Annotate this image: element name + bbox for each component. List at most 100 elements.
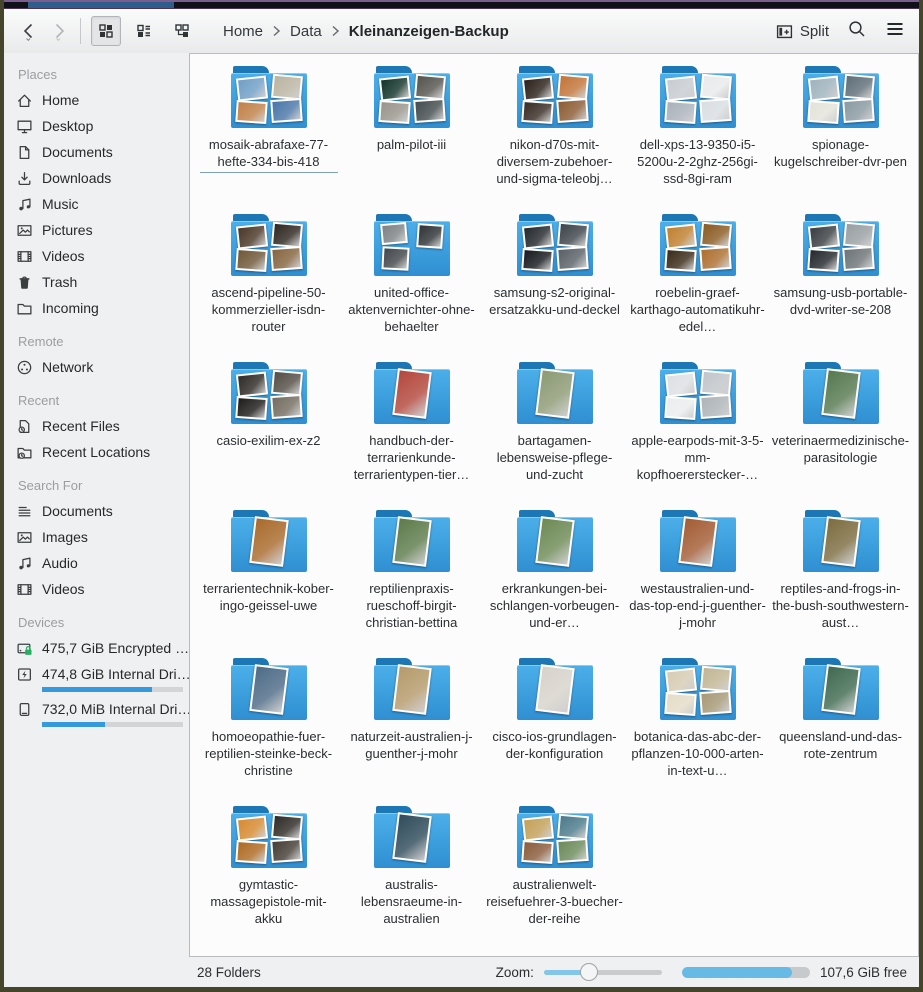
thumbnail-photo [807,248,839,272]
folder-item[interactable]: cisco-ios-grundlagen-der-konfiguration [483,658,626,806]
tree-view-button[interactable] [167,16,197,46]
sidebar-item-documents[interactable]: Documents [16,498,189,524]
folder-item[interactable]: spionage-kugelschreiber-dvr-pen [769,66,912,214]
forward-button[interactable] [44,17,74,45]
folder-item[interactable]: reptilienpraxis-rueschoff-birgit-christi… [340,510,483,658]
folder-item[interactable]: terrarientechnik-kober-ingo-geissel-uwe [197,510,340,658]
video-icon [16,248,33,265]
folder-item[interactable]: westaustralien-und-das-top-end-j-guenthe… [626,510,769,658]
folder-item[interactable]: botanica-das-abc-der-pflanzen-10-000-art… [626,658,769,806]
folder-icon [373,806,451,870]
folder-item[interactable]: naturzeit-australien-j-guenther-j-mohr [340,658,483,806]
details-view-icon [136,23,152,39]
sidebar-item-trash[interactable]: Trash [16,269,189,295]
breadcrumb-chevron-icon [331,25,340,37]
folder-item[interactable]: ascend-pipeline-50-kommerzieller-isdn-ro… [197,214,340,362]
sidebar-item-network[interactable]: Network [16,354,189,380]
search-button[interactable] [847,19,867,44]
sidebar-item-474-8-gib-internal-dri-[interactable]: 474,8 GiB Internal Dri… [16,661,189,687]
sidebar-item-label: Desktop [42,118,93,134]
icons-view-icon [98,23,114,39]
sidebar-item-videos[interactable]: Videos [16,243,189,269]
folder-label: samsung-s2-original-ersatzakku-und-decke… [486,284,624,318]
folder-item[interactable]: apple-earpods-mit-3-5-mm-kopfhoerersteck… [626,362,769,510]
sidebar-item-videos[interactable]: Videos [16,576,189,602]
thumbnail-photo [521,840,553,864]
folder-item[interactable]: roebelin-graef-karthago-automatikuhr-ede… [626,214,769,362]
folder-item[interactable]: australienwelt-reisefuehrer-3-buecher-de… [483,806,626,954]
sidebar-item-incoming[interactable]: Incoming [16,295,189,321]
folder-label: palm-pilot-iii [343,136,481,153]
back-button[interactable] [14,17,44,45]
folder-item[interactable]: bartagamen-lebensweise-pflege-und-zucht [483,362,626,510]
folder-item[interactable]: dell-xps-13-9350-i5-5200u-2-2ghz-256gi-s… [626,66,769,214]
folder-item[interactable]: nikon-d70s-mit-diversem-zubehoer-und-sig… [483,66,626,214]
thumbnail-photo [821,516,860,567]
folder-item[interactable]: homoeopathie-fuer-reptilien-steinke-beck… [197,658,340,806]
folder-item[interactable]: mosaik-abrafaxe-77-hefte-334-bis-418 [197,66,340,214]
folder-item[interactable]: samsung-s2-original-ersatzakku-und-decke… [483,214,626,362]
folder-item[interactable]: casio-exilim-ex-z2 [197,362,340,510]
folder-item[interactable]: erkrankungen-bei-schlangen-vorbeugen-und… [483,510,626,658]
thumbnail-photo [821,368,860,419]
breadcrumb-item-kleinanzeigen-backup[interactable]: Kleinanzeigen-Backup [349,23,509,40]
folder-item[interactable]: queensland-und-das-rote-zentrum [769,658,912,806]
sidebar-item-desktop[interactable]: Desktop [16,113,189,139]
sidebar-item-475-7-gib-encrypted-[interactable]: 475,7 GiB Encrypted … [16,635,189,661]
folder-view[interactable]: mosaik-abrafaxe-77-hefte-334-bis-418palm… [189,53,919,957]
folder-icon [373,658,451,722]
recent-file-icon [16,418,33,435]
folder-icon [516,510,594,574]
folder-item[interactable]: handbuch-der-terrarienkunde-terrarientyp… [340,362,483,510]
sidebar-item-label: Videos [42,581,85,597]
folder-icon [802,510,880,574]
sidebar-item-images[interactable]: Images [16,524,189,550]
folder-item[interactable]: gymtastic-massagepistole-mit-akku [197,806,340,954]
folder-item[interactable]: australis-lebensraeume-in-australien [340,806,483,954]
folder-label: united-office-aktenvernichter-ohne-behae… [343,284,481,335]
thumbnail-photo [557,74,589,101]
thumbnail-photo [699,394,732,419]
thumbnail-photo [807,75,839,101]
thumbnail-photo [664,396,696,420]
folder-icon [802,658,880,722]
thumbnail-photo [271,74,303,101]
zoom-slider-handle[interactable] [580,963,598,981]
sidebar-item-audio[interactable]: Audio [16,550,189,576]
thumbnail-photo [556,98,589,123]
sidebar-item-label: Music [42,196,79,212]
folder-item[interactable]: palm-pilot-iii [340,66,483,214]
sidebar-item-732-0-mib-internal-dri-[interactable]: 732,0 MiB Internal Dri… [16,696,189,722]
thumbnail-photo [664,248,696,272]
sidebar-item-pictures[interactable]: Pictures [16,217,189,243]
sidebar-item-music[interactable]: Music [16,191,189,217]
thumbnail-photo [235,100,267,124]
window-top-edge [4,0,919,9]
breadcrumb-item-home[interactable]: Home [223,23,263,40]
doc-lines-icon [16,503,33,520]
folder-item[interactable]: veterinaermedizinische-parasitologie [769,362,912,510]
sidebar-item-label: Home [42,92,79,108]
folder-item[interactable]: samsung-usb-portable-dvd-writer-se-208 [769,214,912,362]
icons-view-button[interactable] [91,16,121,46]
sidebar-item-documents[interactable]: Documents [16,139,189,165]
breadcrumb-item-data[interactable]: Data [290,23,322,40]
folder-icon [516,806,594,870]
menu-button[interactable] [885,19,905,44]
search-icon [847,19,867,39]
sidebar-item-recent-files[interactable]: Recent Files [16,413,189,439]
drive-flash-icon [16,666,33,683]
sidebar-item-label: 475,7 GiB Encrypted … [42,640,189,656]
sidebar-item-home[interactable]: Home [16,87,189,113]
folder-item[interactable]: united-office-aktenvernichter-ohne-behae… [340,214,483,362]
sidebar-item-label: 732,0 MiB Internal Dri… [42,701,189,717]
sidebar-item-recent-locations[interactable]: Recent Locations [16,439,189,465]
sidebar-item-downloads[interactable]: Downloads [16,165,189,191]
thumbnail-photo [392,516,431,567]
thumbnail-photo [700,222,732,249]
thumbnail-photo [700,666,732,693]
folder-item[interactable]: reptiles-and-frogs-in-the-bush-southwest… [769,510,912,658]
split-button[interactable]: Split [776,23,829,40]
details-view-button[interactable] [129,16,159,46]
zoom-slider[interactable] [544,963,662,981]
